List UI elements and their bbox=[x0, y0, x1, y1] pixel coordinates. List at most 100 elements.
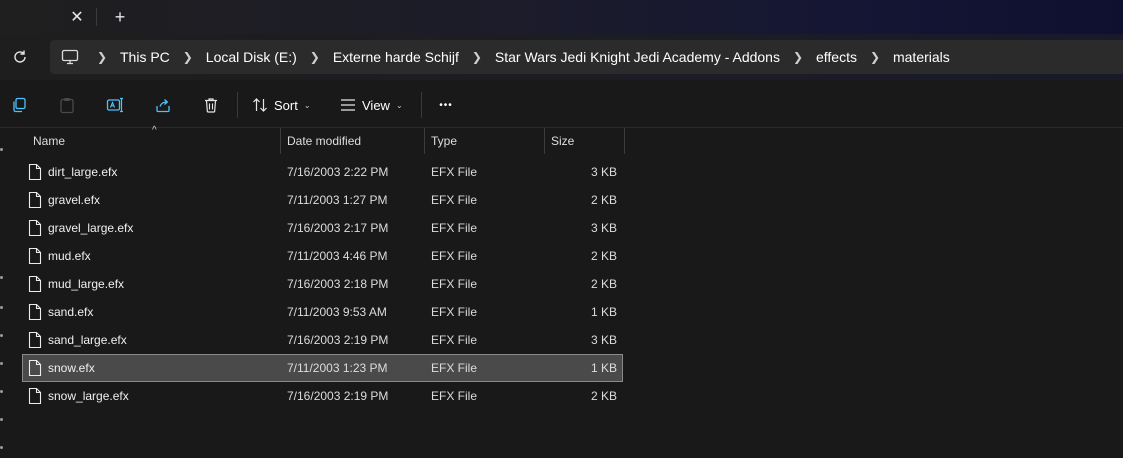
file-type: EFX File bbox=[431, 277, 478, 291]
refresh-button[interactable] bbox=[8, 45, 32, 69]
paste-button[interactable] bbox=[54, 92, 80, 118]
file-row[interactable]: gravel_large.efx 7/16/2003 2:17 PM EFX F… bbox=[22, 214, 623, 242]
sort-button[interactable]: Sort ⌄ bbox=[252, 92, 311, 118]
file-size: 1 KB bbox=[590, 361, 617, 375]
file-size: 2 KB bbox=[590, 249, 617, 263]
view-button[interactable]: View ⌄ bbox=[340, 92, 403, 118]
chevron-right-icon[interactable]: ❯ bbox=[176, 50, 200, 64]
chevron-right-icon[interactable]: ❯ bbox=[465, 50, 489, 64]
nav-dot bbox=[0, 334, 3, 337]
file-row[interactable]: sand_large.efx 7/16/2003 2:19 PM EFX Fil… bbox=[22, 326, 623, 354]
file-row[interactable]: dirt_large.efx 7/16/2003 2:22 PM EFX Fil… bbox=[22, 158, 623, 186]
file-row-selected[interactable]: snow.efx 7/11/2003 1:23 PM EFX File 1 KB bbox=[22, 354, 623, 382]
toolbar-separator bbox=[237, 92, 238, 118]
file-row[interactable]: mud_large.efx 7/16/2003 2:18 PM EFX File… bbox=[22, 270, 623, 298]
file-row[interactable]: mud.efx 7/11/2003 4:46 PM EFX File 2 KB bbox=[22, 242, 623, 270]
command-bar: Sort ⌄ View ⌄ ••• bbox=[0, 80, 1123, 128]
file-name: gravel_large.efx bbox=[48, 221, 134, 235]
breadcrumb-jka-addons[interactable]: Star Wars Jedi Knight Jedi Academy - Add… bbox=[489, 49, 786, 65]
column-date-label: Date modified bbox=[287, 134, 362, 148]
copy-button[interactable] bbox=[6, 92, 32, 118]
breadcrumb-local-disk[interactable]: Local Disk (E:) bbox=[200, 49, 303, 65]
nav-dot bbox=[0, 276, 3, 279]
file-date: 7/11/2003 4:46 PM bbox=[287, 249, 388, 263]
file-name: mud_large.efx bbox=[48, 277, 125, 291]
breadcrumb-item[interactable]: ❯ materials bbox=[863, 40, 956, 74]
share-icon bbox=[156, 99, 170, 113]
file-name: sand_large.efx bbox=[48, 333, 127, 347]
chevron-right-icon[interactable]: ❯ bbox=[303, 50, 327, 64]
column-name-label: Name bbox=[33, 134, 66, 148]
sort-label: Sort bbox=[274, 97, 298, 113]
file-icon bbox=[28, 388, 42, 404]
file-icon bbox=[28, 248, 42, 264]
file-date: 7/11/2003 9:53 AM bbox=[287, 305, 387, 319]
refresh-icon bbox=[14, 50, 26, 63]
column-header-name[interactable]: ^ Name bbox=[22, 125, 281, 154]
breadcrumb-this-pc[interactable]: This PC bbox=[114, 49, 176, 65]
breadcrumb-item[interactable]: ❯ Externe harde Schijf bbox=[303, 40, 465, 74]
file-icon bbox=[28, 220, 42, 236]
nav-dot bbox=[0, 148, 3, 151]
file-date: 7/16/2003 2:17 PM bbox=[287, 221, 389, 235]
file-icon bbox=[28, 192, 42, 208]
navigation-pane-edge bbox=[0, 128, 8, 458]
more-icon: ••• bbox=[439, 99, 453, 111]
view-label: View bbox=[362, 97, 390, 113]
file-icon bbox=[28, 332, 42, 348]
toolbar-separator bbox=[421, 92, 422, 118]
column-header-size[interactable]: Size bbox=[545, 128, 625, 154]
chevron-right-icon[interactable]: ❯ bbox=[786, 50, 810, 64]
file-size: 2 KB bbox=[590, 193, 617, 207]
new-tab-button[interactable]: + bbox=[105, 5, 135, 29]
breadcrumb-item[interactable]: ❯ Star Wars Jedi Knight Jedi Academy - A… bbox=[465, 40, 786, 74]
delete-button[interactable] bbox=[198, 92, 224, 118]
view-list-icon bbox=[341, 99, 355, 111]
file-name: snow.efx bbox=[48, 361, 95, 375]
tab-divider bbox=[96, 8, 97, 26]
close-icon: ✕ bbox=[70, 9, 84, 26]
file-type: EFX File bbox=[431, 305, 478, 319]
column-header-date[interactable]: Date modified bbox=[281, 128, 425, 154]
column-header-type[interactable]: Type bbox=[425, 128, 545, 154]
chevron-right-icon[interactable]: ❯ bbox=[863, 50, 887, 64]
breadcrumb-item[interactable]: ❯ This PC bbox=[90, 40, 176, 74]
chevron-right-icon[interactable]: ❯ bbox=[90, 50, 114, 64]
file-type: EFX File bbox=[431, 361, 478, 375]
address-bar[interactable]: ❯ This PC ❯ Local Disk (E:) ❯ Externe ha… bbox=[50, 40, 1123, 74]
file-row[interactable]: snow_large.efx 7/16/2003 2:19 PM EFX Fil… bbox=[22, 382, 623, 410]
file-date: 7/16/2003 2:22 PM bbox=[287, 165, 389, 179]
file-type: EFX File bbox=[431, 221, 478, 235]
file-row[interactable]: gravel.efx 7/11/2003 1:27 PM EFX File 2 … bbox=[22, 186, 623, 214]
nav-dot bbox=[0, 446, 3, 449]
file-name: mud.efx bbox=[48, 249, 91, 263]
sort-ascending-icon: ^ bbox=[152, 125, 157, 136]
file-size: 1 KB bbox=[590, 305, 617, 319]
file-row[interactable]: sand.efx 7/11/2003 9:53 AM EFX File 1 KB bbox=[22, 298, 623, 326]
file-size: 2 KB bbox=[590, 277, 617, 291]
breadcrumb-effects[interactable]: effects bbox=[810, 49, 863, 65]
breadcrumb-item[interactable]: ❯ effects bbox=[786, 40, 863, 74]
breadcrumb-externe[interactable]: Externe harde Schijf bbox=[327, 49, 465, 65]
nav-dot bbox=[0, 390, 3, 393]
column-size-label: Size bbox=[551, 134, 575, 148]
file-name: dirt_large.efx bbox=[48, 165, 118, 179]
breadcrumb-item[interactable]: ❯ Local Disk (E:) bbox=[176, 40, 303, 74]
file-icon bbox=[28, 360, 42, 376]
breadcrumb-materials[interactable]: materials bbox=[887, 49, 956, 65]
close-tab-button[interactable]: ✕ bbox=[62, 5, 92, 29]
paste-icon bbox=[60, 97, 74, 113]
file-date: 7/11/2003 1:23 PM bbox=[287, 361, 388, 375]
chevron-down-icon: ⌄ bbox=[395, 100, 403, 110]
file-type: EFX File bbox=[431, 249, 478, 263]
file-date: 7/11/2003 1:27 PM bbox=[287, 193, 388, 207]
column-type-label: Type bbox=[431, 134, 458, 148]
file-name: gravel.efx bbox=[48, 193, 101, 207]
rename-button[interactable] bbox=[102, 92, 128, 118]
file-size: 3 KB bbox=[590, 333, 617, 347]
file-list: dirt_large.efx 7/16/2003 2:22 PM EFX Fil… bbox=[22, 158, 623, 410]
share-button[interactable] bbox=[150, 92, 176, 118]
file-type: EFX File bbox=[431, 165, 478, 179]
rename-icon bbox=[106, 97, 123, 113]
more-options-button[interactable]: ••• bbox=[434, 92, 458, 118]
